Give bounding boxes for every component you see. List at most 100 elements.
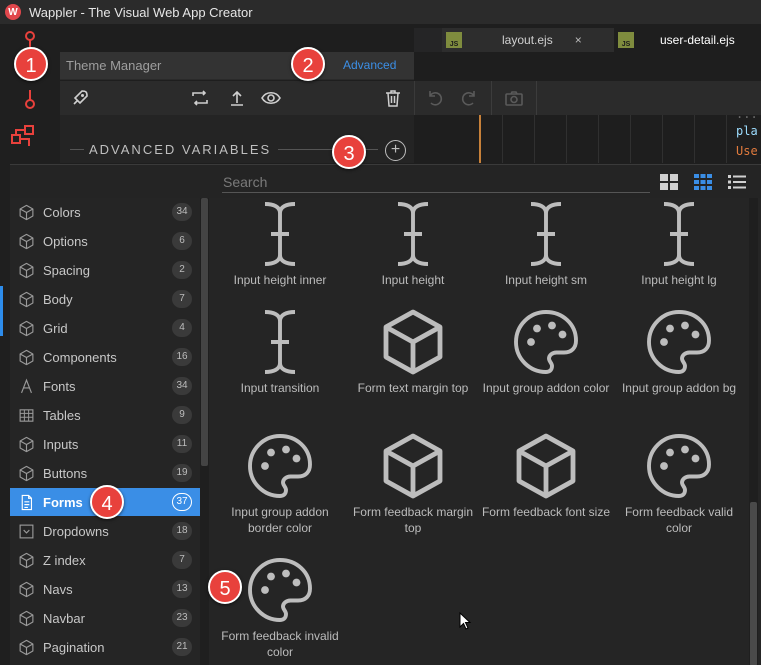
category-fonts[interactable]: Fonts 34 bbox=[10, 372, 200, 400]
count-badge: 21 bbox=[172, 638, 192, 656]
variable-item[interactable]: Input height inner bbox=[213, 198, 347, 288]
callout-marker-1: 1 bbox=[14, 47, 48, 81]
category-z-index[interactable]: Z index 7 bbox=[10, 546, 200, 574]
i-beam-icon bbox=[530, 202, 562, 266]
category-dropdowns[interactable]: Dropdowns 18 bbox=[10, 517, 200, 545]
close-icon[interactable]: × bbox=[575, 33, 582, 47]
category-inputs[interactable]: Inputs 11 bbox=[10, 430, 200, 458]
variable-label: Input height sm bbox=[504, 273, 588, 287]
variable-label: Form feedback font size bbox=[481, 505, 611, 519]
redo-icon[interactable] bbox=[459, 88, 479, 108]
variable-item[interactable]: Input group addon border color bbox=[213, 430, 347, 536]
category-navbar[interactable]: Navbar 23 bbox=[10, 604, 200, 632]
count-badge: 13 bbox=[172, 580, 192, 598]
category-spacing[interactable]: Spacing 2 bbox=[10, 256, 200, 284]
variable-label: Form feedback invalid color bbox=[221, 629, 339, 659]
eye-icon[interactable] bbox=[261, 88, 281, 108]
list-view-icon[interactable] bbox=[728, 174, 746, 190]
palette-icon bbox=[248, 434, 312, 498]
workflow-icon[interactable] bbox=[11, 124, 37, 154]
camera-icon[interactable] bbox=[504, 88, 524, 108]
code-text: ... bbox=[736, 115, 758, 121]
cube-icon bbox=[383, 433, 443, 499]
upload-icon[interactable] bbox=[227, 88, 247, 108]
variable-picker: Colors 34 Options 6 Spacing 2 Body 7 Grid 4 Compon… bbox=[10, 164, 761, 665]
variable-item[interactable]: Form text margin top bbox=[346, 306, 480, 396]
category-colors[interactable]: Colors 34 bbox=[10, 198, 200, 226]
variable-item[interactable]: Input transition bbox=[213, 306, 347, 396]
code-editor[interactable]: ... pla Use bbox=[414, 115, 761, 163]
count-badge: 18 bbox=[172, 522, 192, 540]
variable-item[interactable]: Input group addon color bbox=[479, 306, 613, 396]
tab-layout-ejs[interactable]: JS layout.ejs × bbox=[442, 28, 614, 52]
category-components[interactable]: Components 16 bbox=[10, 343, 200, 371]
count-badge: 4 bbox=[172, 319, 192, 337]
variable-label: Form feedback valid color bbox=[624, 505, 734, 535]
category-body[interactable]: Body 7 bbox=[10, 285, 200, 313]
variable-item[interactable]: Input height lg bbox=[612, 198, 746, 288]
count-badge: 37 bbox=[172, 493, 192, 511]
count-badge: 2 bbox=[172, 261, 192, 279]
callout-marker-4: 4 bbox=[90, 485, 124, 519]
category-grid[interactable]: Grid 4 bbox=[10, 314, 200, 342]
cube-icon bbox=[19, 320, 34, 337]
editor-header-blank bbox=[414, 52, 761, 80]
indent-guide bbox=[726, 115, 727, 163]
variable-item[interactable]: Form feedback valid color bbox=[612, 430, 746, 536]
category-label: Fonts bbox=[43, 379, 76, 394]
variable-item[interactable]: Form feedback invalid color bbox=[213, 554, 347, 660]
variable-item[interactable]: Form feedback font size bbox=[479, 430, 613, 520]
category-label: Pagination bbox=[43, 640, 105, 655]
count-badge: 23 bbox=[172, 609, 192, 627]
indent-guide bbox=[534, 115, 535, 163]
category-label: Options bbox=[43, 234, 88, 249]
category-buttons[interactable]: Buttons 19 bbox=[10, 459, 200, 487]
i-beam-icon bbox=[663, 202, 695, 266]
callout-marker-5: 5 bbox=[208, 570, 242, 604]
variable-item[interactable]: Form feedback margin top bbox=[346, 430, 480, 536]
variable-item[interactable]: Input height sm bbox=[479, 198, 613, 288]
category-pagination[interactable]: Pagination 21 bbox=[10, 633, 200, 661]
font-icon bbox=[21, 378, 32, 394]
category-scrollbar[interactable] bbox=[200, 198, 209, 665]
small-grid-view-icon[interactable] bbox=[694, 174, 712, 190]
indent-guide bbox=[630, 115, 631, 163]
tab-label: layout.ejs bbox=[502, 33, 553, 47]
app-title: Wappler - The Visual Web App Creator bbox=[29, 4, 253, 20]
title-bar: W Wappler - The Visual Web App Creator bbox=[0, 0, 761, 24]
category-navs[interactable]: Navs 13 bbox=[10, 575, 200, 603]
rocket-icon[interactable] bbox=[70, 88, 90, 108]
category-label: Dropdowns bbox=[43, 524, 109, 539]
convert-icon[interactable] bbox=[190, 88, 210, 108]
undo-icon[interactable] bbox=[425, 88, 445, 108]
activity-active-indicator bbox=[0, 286, 3, 336]
category-options[interactable]: Options 6 bbox=[10, 227, 200, 255]
trash-icon[interactable] bbox=[383, 88, 403, 108]
toolbar-divider bbox=[536, 81, 537, 115]
cube-icon bbox=[19, 581, 34, 598]
variable-item[interactable]: Input height bbox=[346, 198, 480, 288]
category-tables[interactable]: Tables 9 bbox=[10, 401, 200, 429]
variable-item[interactable]: Input group addon bg bbox=[612, 306, 746, 396]
form-icon bbox=[21, 494, 33, 511]
indent-guide bbox=[566, 115, 567, 163]
wappler-logo-icon: W bbox=[5, 4, 21, 20]
grid-scrollbar[interactable] bbox=[749, 198, 758, 665]
category-list: Colors 34 Options 6 Spacing 2 Body 7 Grid 4 Compon… bbox=[10, 198, 200, 665]
advanced-link[interactable]: Advanced bbox=[343, 58, 396, 72]
category-label: Buttons bbox=[43, 466, 88, 481]
cube-icon bbox=[19, 349, 34, 366]
large-grid-view-icon[interactable] bbox=[660, 174, 678, 190]
variable-label: Input height lg bbox=[641, 273, 717, 287]
cube-icon bbox=[19, 610, 34, 627]
tab-user-detail-ejs[interactable]: JS user-detail.ejs bbox=[614, 28, 761, 52]
count-badge: 16 bbox=[172, 348, 192, 366]
cube-icon bbox=[19, 291, 34, 308]
search-input[interactable] bbox=[222, 171, 650, 193]
scrollbar-thumb[interactable] bbox=[750, 502, 757, 665]
scrollbar-thumb[interactable] bbox=[201, 198, 208, 466]
add-variable-button[interactable]: + bbox=[385, 140, 406, 161]
cube-icon bbox=[19, 204, 34, 221]
count-badge: 9 bbox=[172, 406, 192, 424]
picker-topbar bbox=[10, 165, 761, 198]
